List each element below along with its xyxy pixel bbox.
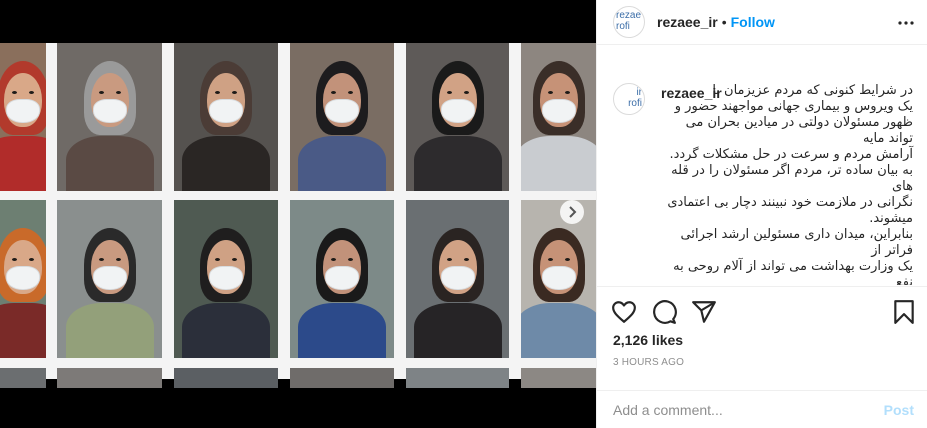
person-eyes <box>331 258 353 261</box>
collage-photo <box>174 200 278 358</box>
collage-photo <box>174 368 278 388</box>
face-mask <box>541 266 576 290</box>
face-mask <box>209 266 243 290</box>
collage-photo <box>290 200 394 358</box>
more-horizontal-icon <box>898 21 914 25</box>
face-mask <box>6 266 40 290</box>
action-bar <box>597 286 927 336</box>
share-icon <box>692 301 716 323</box>
face-mask <box>325 266 359 290</box>
face-mask <box>6 99 40 123</box>
chevron-right-icon <box>569 206 577 218</box>
person-body <box>413 303 502 358</box>
collage-photo <box>174 43 278 191</box>
post-media[interactable] <box>0 0 596 428</box>
face-mask <box>92 266 127 290</box>
collage-photo <box>57 200 162 358</box>
person-eyes <box>12 91 34 94</box>
person-body <box>0 136 46 191</box>
person-eyes <box>331 91 353 94</box>
separator-dot: • <box>721 14 727 30</box>
person-body <box>413 136 502 191</box>
heart-icon <box>612 301 636 323</box>
collage-photo <box>406 368 509 388</box>
person-body <box>521 136 596 191</box>
person-body <box>182 303 270 358</box>
collage-photo <box>0 200 46 358</box>
person-body <box>65 136 154 191</box>
face-mask <box>92 99 127 123</box>
photo-collage <box>0 43 596 388</box>
person-body <box>298 136 386 191</box>
person-eyes <box>446 258 469 261</box>
header-username[interactable]: rezaee_ir <box>657 14 718 30</box>
collage-photo <box>57 368 162 388</box>
next-slide-button[interactable] <box>560 200 584 224</box>
comment-button[interactable] <box>651 299 677 325</box>
comment-input[interactable] <box>613 401 863 418</box>
collage-photo <box>406 43 509 191</box>
caption-area: ir rofi rezaee_ir در شرایط کنونی که مردم… <box>597 75 927 285</box>
person-eyes <box>215 258 237 261</box>
caption-avatar[interactable]: ir rofi <box>613 83 645 115</box>
collage-photo <box>521 200 596 358</box>
person-eyes <box>547 258 570 261</box>
save-button[interactable] <box>891 299 917 325</box>
collage-photo <box>406 200 509 358</box>
bookmark-icon <box>894 300 914 324</box>
post-comment-button[interactable]: Post <box>884 402 914 418</box>
person-eyes <box>12 258 34 261</box>
post-side-panel: rezae rofi rezaee_ir • Follow ir rofi re… <box>596 0 927 428</box>
person-body <box>0 303 46 358</box>
collage-photo <box>57 43 162 191</box>
follow-button[interactable]: Follow <box>731 14 775 30</box>
face-mask <box>541 99 576 123</box>
person-body <box>65 303 154 358</box>
share-button[interactable] <box>691 299 717 325</box>
like-button[interactable] <box>611 299 637 325</box>
collage-photo <box>290 43 394 191</box>
more-options-button[interactable] <box>898 12 914 30</box>
face-mask <box>325 99 359 123</box>
person-eyes <box>215 91 237 94</box>
comment-icon <box>653 300 677 324</box>
person-eyes <box>547 91 570 94</box>
collage-photo <box>521 43 596 191</box>
collage-photo <box>0 368 46 388</box>
collage-photo <box>0 43 46 191</box>
face-mask <box>440 99 475 123</box>
collage-photo <box>290 368 394 388</box>
face-mask <box>440 266 475 290</box>
person-body <box>298 303 386 358</box>
like-count[interactable]: 2,126 likes <box>613 332 683 348</box>
caption-text: در شرایط کنونی که مردم عزیزمان با یک ویر… <box>667 83 913 285</box>
person-eyes <box>98 258 121 261</box>
collage-photo <box>521 368 596 388</box>
post-header: rezae rofi rezaee_ir • Follow <box>597 0 927 45</box>
comment-box: Post <box>597 390 927 428</box>
person-eyes <box>98 91 121 94</box>
person-body <box>521 303 596 358</box>
person-body <box>182 136 270 191</box>
face-mask <box>209 99 243 123</box>
avatar[interactable]: rezae rofi <box>613 6 645 38</box>
post-timestamp[interactable]: 3 HOURS AGO <box>613 357 684 368</box>
person-eyes <box>446 91 469 94</box>
